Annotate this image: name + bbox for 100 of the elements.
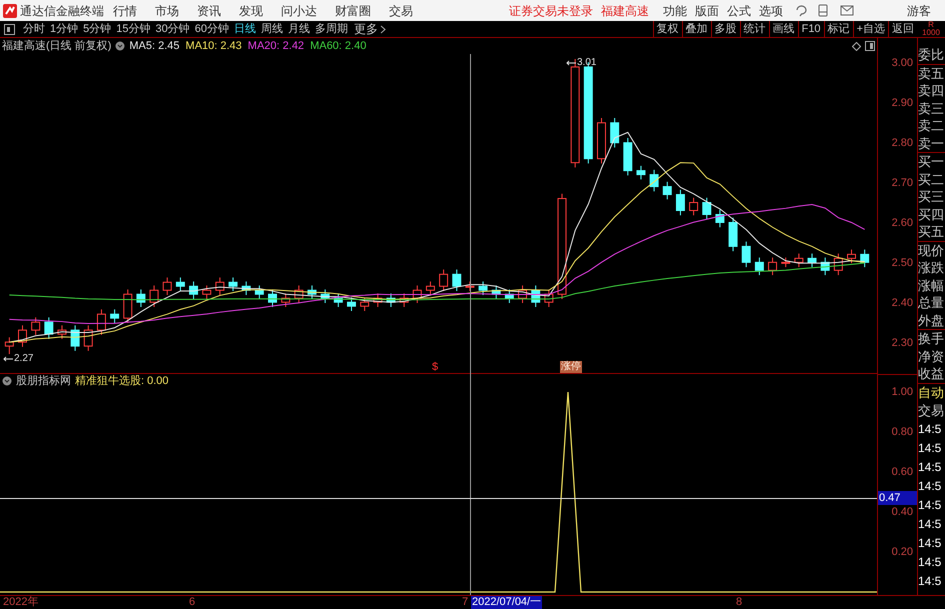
trade-label: 交易	[918, 402, 945, 420]
more-button[interactable]: 更多	[354, 20, 386, 38]
period-tab[interactable]: 多周期	[315, 20, 348, 38]
price-tick-label: 2.60	[892, 217, 913, 229]
menu-item[interactable]: 选项	[759, 2, 783, 20]
cursor-date-label: 2022/07/04/一	[471, 596, 542, 609]
period-tab[interactable]: 周线	[261, 20, 283, 38]
menu-item[interactable]: 功能	[663, 2, 687, 20]
menu-item[interactable]: 交易	[389, 2, 413, 20]
quote-field-label: 买三	[918, 188, 945, 206]
trade-time: 14:5	[918, 516, 942, 532]
signal-marker: $	[432, 361, 438, 373]
toolbar-button[interactable]: 叠加	[682, 21, 711, 37]
price-tick-label: 2.40	[892, 297, 913, 309]
indicator-tick-label: 0.20	[892, 546, 913, 558]
moving-average-value: MA5: 2.45	[129, 38, 180, 54]
menu-item[interactable]: 版面	[695, 2, 719, 20]
chevron-icon	[380, 24, 386, 34]
date-axis-label: 7	[462, 596, 468, 609]
period-tab[interactable]: 30分钟	[156, 20, 190, 38]
date-axis-label: 8	[736, 596, 742, 609]
indicator-source: 股朋指标网	[16, 374, 71, 389]
period-tab[interactable]: 月线	[288, 20, 310, 38]
indicator-tick-label: 0.40	[892, 506, 913, 518]
toolbar-button[interactable]: 画线	[768, 21, 798, 37]
user-label[interactable]: 游客	[907, 2, 931, 20]
toolbar-button[interactable]: 标记	[824, 21, 853, 37]
period-tab[interactable]: 15分钟	[116, 20, 150, 38]
quote-field-label: 外盘	[918, 312, 945, 330]
arrow-icon	[3, 356, 13, 362]
moving-average-value: MA20: 2.42	[248, 38, 304, 54]
trade-time: 14:5	[918, 534, 942, 552]
indicator-tick-label: 0.60	[892, 466, 913, 478]
diamond-icon[interactable]	[852, 42, 861, 50]
quote-field-label: 卖二	[918, 117, 945, 134]
quote-field-label: 买二	[918, 170, 945, 188]
menu-item[interactable]: 资讯	[197, 2, 221, 20]
trade-time: 14:5	[918, 440, 942, 456]
price-tick-label: 3.00	[892, 57, 913, 69]
trade-time: 14:5	[918, 496, 942, 514]
quote-field-label: 总量	[918, 294, 945, 312]
menu-item[interactable]: 财富圈	[335, 2, 371, 20]
indicator-formula: 精准狙牛选股: 0.00	[75, 374, 169, 389]
mail-icon[interactable]	[840, 5, 854, 16]
toolbar-button[interactable]: 返回	[888, 21, 917, 37]
toolbar-button[interactable]: 统计	[740, 21, 769, 37]
low-price-label: 2.27	[14, 352, 34, 366]
quote-field-label: 卖四	[918, 82, 945, 100]
trade-time: 14:5	[918, 420, 942, 438]
phone-icon[interactable]	[818, 4, 828, 17]
settings-icon[interactable]	[115, 41, 126, 51]
quote-field-label: 买一	[918, 153, 945, 170]
collapse-icon[interactable]	[2, 376, 12, 386]
menu-item[interactable]: 公式	[727, 2, 751, 20]
auto-mode-label[interactable]: 自动	[918, 384, 945, 402]
quote-field-label: 换手	[918, 330, 945, 348]
stock-link[interactable]: 福建高速	[601, 2, 649, 20]
quote-field-label: 涨幅	[918, 276, 945, 294]
quote-field-label: 买四	[918, 206, 945, 223]
indicator-tick-label: 0.80	[892, 426, 913, 438]
login-status[interactable]: 证券交易未登录	[509, 2, 593, 20]
panel-toggle-icon[interactable]	[4, 24, 15, 34]
arrow-icon	[566, 60, 576, 66]
menu-item[interactable]: 市场	[155, 2, 179, 20]
toolbar-button[interactable]: F10	[798, 21, 824, 37]
toolbar-button[interactable]: +自选	[852, 21, 888, 37]
limit-up-tag: 涨停	[560, 361, 582, 373]
price-tick-label: 2.70	[892, 177, 913, 189]
high-price-label: 3.01	[577, 56, 596, 70]
menu-item[interactable]: 行情	[113, 2, 137, 20]
period-tab[interactable]: 5分钟	[83, 20, 112, 38]
app-logo-icon	[3, 4, 17, 18]
chart-title: 福建高速(日线 前复权)	[2, 38, 112, 54]
period-tab[interactable]: 1分钟	[50, 20, 78, 38]
chat-bubble-icon[interactable]	[795, 4, 808, 17]
app-title: 通达信金融终端	[20, 2, 104, 20]
menu-item[interactable]: 发现	[239, 2, 263, 20]
period-tab[interactable]: 日线	[234, 20, 256, 38]
price-tick-label: 2.30	[892, 337, 913, 349]
trade-time: 14:5	[918, 554, 942, 570]
level-label: R 1000	[921, 21, 941, 37]
panel-toggle-icon[interactable]	[865, 41, 875, 51]
menu-item[interactable]: 问小达	[281, 2, 317, 20]
moving-average-value: MA10: 2.43	[186, 38, 242, 54]
quote-field-label: 涨跌	[918, 259, 945, 276]
trade-time: 14:5	[918, 458, 942, 476]
quote-field-label: 卖三	[918, 100, 945, 117]
quote-field-label: 卖一	[918, 134, 945, 153]
date-axis-label: 6	[189, 596, 196, 609]
quote-field-label: 卖五	[918, 64, 945, 82]
toolbar-button[interactable]: 复权	[652, 21, 682, 37]
period-tab[interactable]: 60分钟	[194, 20, 229, 38]
trade-time: 14:5	[918, 572, 942, 590]
toolbar-button[interactable]: 多股	[710, 21, 740, 37]
moving-average-value: MA60: 2.40	[310, 38, 366, 54]
quote-field-label: 净资	[918, 348, 945, 365]
cursor-value-label: 0.47	[878, 491, 917, 505]
quote-field-label: 收益	[918, 365, 945, 382]
period-tab[interactable]: 分时	[23, 20, 45, 38]
quote-field-label: 现价	[918, 242, 945, 259]
